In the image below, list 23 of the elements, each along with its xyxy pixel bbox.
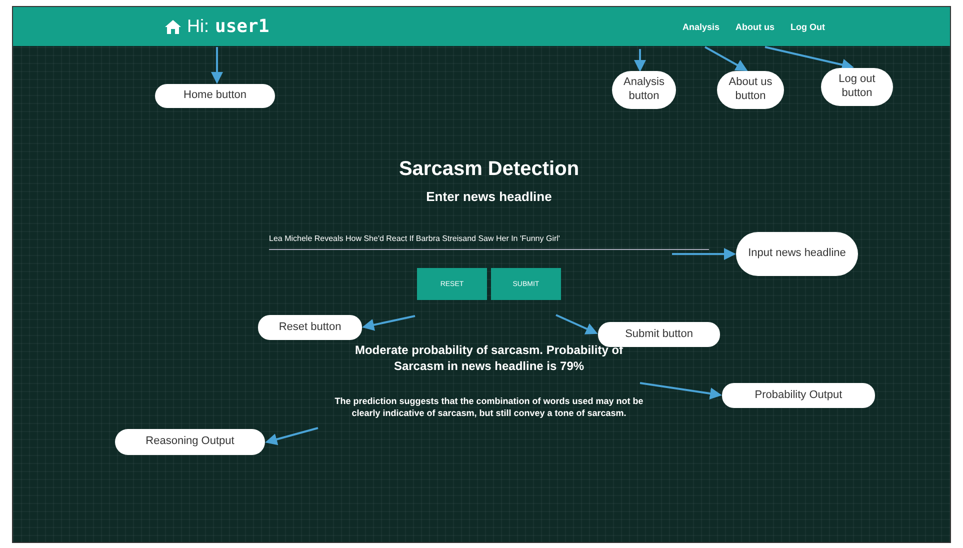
headline-field[interactable]: Lea Michele Reveals How She'd React If Barbra Streisand Saw Her In 'Funny Girl' — [269, 230, 709, 250]
nav-link[interactable]: Analysis — [682, 22, 720, 32]
nav-link[interactable]: About us — [736, 22, 774, 32]
home-button[interactable]: Hi: user1 — [165, 16, 270, 37]
callout-label: Probability Output — [722, 383, 875, 408]
callout-arrow — [556, 314, 598, 334]
callout-arrow — [704, 46, 748, 71]
callout-arrow — [634, 49, 646, 72]
callout-arrow — [265, 427, 318, 446]
reasoning-text: The prediction suggests that the combination of words used may not be clearly indicative of sarcasm, but still convey a tone of sarcasm. — [334, 396, 644, 420]
home-icon — [165, 20, 181, 34]
page-title: Sarcasm Detection — [398, 158, 580, 181]
callout-label: Log out button — [821, 68, 893, 106]
callout-label: Reset button — [258, 315, 362, 340]
callout-label: Reasoning Output — [115, 429, 265, 455]
callout-label: Home button — [155, 84, 275, 108]
form-subtitle: Enter news headline — [426, 189, 552, 204]
callout-label: Submit button — [598, 322, 720, 347]
nav-link[interactable]: Log Out — [790, 22, 825, 32]
callout-arrow — [362, 315, 416, 331]
callout-label: Input news headline — [736, 232, 858, 276]
callout-arrow — [672, 248, 736, 260]
callout-arrow — [211, 47, 223, 84]
